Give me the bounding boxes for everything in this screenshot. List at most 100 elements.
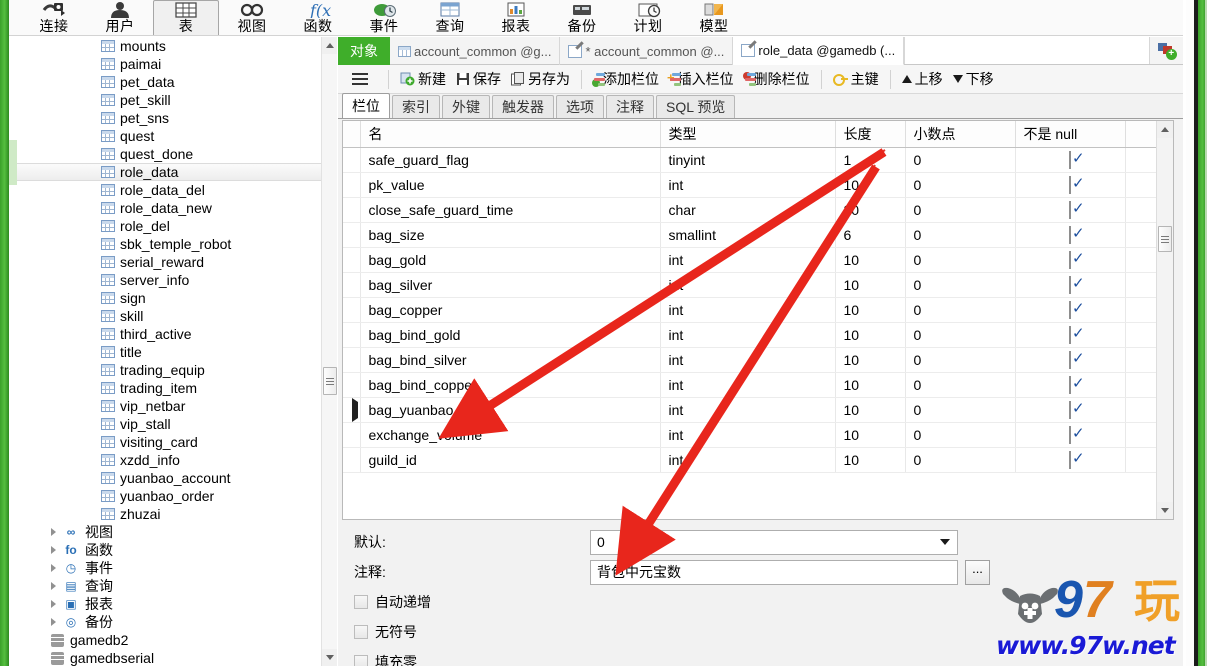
grid-row[interactable]: pk_value int 10 0 xyxy=(343,172,1173,198)
tree-item-table[interactable]: quest_done xyxy=(17,145,321,163)
tree-item-table[interactable]: zhuzai xyxy=(17,505,321,523)
field-type-cell[interactable]: int xyxy=(660,247,836,273)
field-notnull-cell[interactable] xyxy=(1015,422,1126,448)
tree-item-table[interactable]: pet_data xyxy=(17,73,321,91)
field-name-cell[interactable]: bag_yuanbao xyxy=(360,397,661,423)
subtab-5[interactable]: 注释 xyxy=(606,95,654,118)
field-notnull-cell[interactable] xyxy=(1015,197,1126,223)
field-length-cell[interactable]: 10 xyxy=(835,372,906,398)
checkbox-checked-icon[interactable] xyxy=(1069,150,1071,169)
ribbon-item-9[interactable]: 计划 xyxy=(615,0,681,35)
row-selector[interactable] xyxy=(343,422,361,448)
field-name-cell[interactable]: pk_value xyxy=(360,172,661,198)
grid-row[interactable]: bag_size smallint 6 0 xyxy=(343,222,1173,248)
tree-group-备份[interactable]: ◎ 备份 xyxy=(17,613,321,631)
grid-column-header[interactable]: 类型 xyxy=(660,121,836,148)
tree-item-table[interactable]: visiting_card xyxy=(17,433,321,451)
field-notnull-cell[interactable] xyxy=(1015,272,1126,298)
tree-item-table[interactable]: title xyxy=(17,343,321,361)
field-notnull-cell[interactable] xyxy=(1015,297,1126,323)
checkbox-checked-icon[interactable] xyxy=(1069,400,1071,419)
tree-item-table[interactable]: role_data_new xyxy=(17,199,321,217)
field-type-cell[interactable]: tinyint xyxy=(660,147,836,173)
row-selector[interactable] xyxy=(343,297,361,323)
tree-item-table[interactable]: skill xyxy=(17,307,321,325)
toolbar-action-save-as[interactable]: 另存为 xyxy=(506,67,575,92)
grid-row[interactable]: bag_silver int 10 0 xyxy=(343,272,1173,298)
row-selector[interactable] xyxy=(343,222,361,248)
field-length-cell[interactable]: 1 xyxy=(835,147,906,173)
row-selector[interactable] xyxy=(343,197,361,223)
new-connection-tab-button[interactable]: + xyxy=(1149,37,1183,64)
field-decimals-cell[interactable]: 0 xyxy=(905,347,1016,373)
tree-item-table[interactable]: role_data_del xyxy=(17,181,321,199)
field-type-cell[interactable]: int xyxy=(660,397,836,423)
grid-row[interactable]: bag_bind_silver int 10 0 xyxy=(343,347,1173,373)
tree-group-视图[interactable]: ∞ 视图 xyxy=(17,523,321,541)
field-type-cell[interactable]: int xyxy=(660,297,836,323)
ribbon-item-10[interactable]: 模型 xyxy=(681,0,747,35)
tree-scrollbar-thumb[interactable] xyxy=(323,367,337,395)
tree-item-table[interactable]: trading_equip xyxy=(17,361,321,379)
checkbox-checked-icon[interactable] xyxy=(1069,300,1071,319)
tree-group-事件[interactable]: ◷ 事件 xyxy=(17,559,321,577)
grid-column-header[interactable]: 小数点 xyxy=(905,121,1016,148)
row-selector[interactable] xyxy=(343,322,361,348)
grid-row[interactable]: safe_guard_flag tinyint 1 0 xyxy=(343,147,1173,173)
toolbar-action-new[interactable]: 新建 xyxy=(395,67,451,92)
field-name-cell[interactable]: close_safe_guard_time xyxy=(360,197,661,223)
field-length-cell[interactable]: 10 xyxy=(835,397,906,423)
toolbar-action-delete-field[interactable]: 删除栏位 xyxy=(739,67,815,92)
field-name-cell[interactable]: bag_size xyxy=(360,222,661,248)
field-notnull-cell[interactable] xyxy=(1015,322,1126,348)
field-name-cell[interactable]: bag_bind_copper xyxy=(360,372,661,398)
field-decimals-cell[interactable]: 0 xyxy=(905,172,1016,198)
tree-item-database[interactable]: gamedb2 xyxy=(17,631,321,649)
checkbox-checked-icon[interactable] xyxy=(1069,425,1071,444)
grid-scroll-up-button[interactable] xyxy=(1157,121,1173,138)
field-length-cell[interactable]: 10 xyxy=(835,422,906,448)
tree-item-table[interactable]: vip_stall xyxy=(17,415,321,433)
row-selector[interactable] xyxy=(343,172,361,198)
field-type-cell[interactable]: int xyxy=(660,347,836,373)
field-name-cell[interactable]: exchange_volume xyxy=(360,422,661,448)
field-notnull-cell[interactable] xyxy=(1015,222,1126,248)
field-name-cell[interactable]: safe_guard_flag xyxy=(360,147,661,173)
expand-triangle-icon[interactable] xyxy=(51,546,56,554)
ribbon-item-3[interactable]: 视图 xyxy=(219,0,285,35)
toolbar-action-save[interactable]: 保存 xyxy=(451,67,506,92)
tree-item-table[interactable]: role_data xyxy=(17,163,321,181)
document-tab[interactable]: role_data @gamedb (... xyxy=(733,37,905,65)
ribbon-item-5[interactable]: 事件 xyxy=(351,0,417,35)
tree-item-table[interactable]: quest xyxy=(17,127,321,145)
grid-row[interactable]: bag_bind_gold int 10 0 xyxy=(343,322,1173,348)
row-selector[interactable] xyxy=(343,272,361,298)
field-length-cell[interactable]: 10 xyxy=(835,272,906,298)
checkbox-checked-icon[interactable] xyxy=(1069,250,1071,269)
field-decimals-cell[interactable]: 0 xyxy=(905,222,1016,248)
tree-item-table[interactable]: sign xyxy=(17,289,321,307)
field-decimals-cell[interactable]: 0 xyxy=(905,447,1016,473)
grid-row[interactable]: bag_yuanbao int 10 0 xyxy=(343,397,1173,423)
row-selector[interactable] xyxy=(343,347,361,373)
ribbon-item-6[interactable]: 查询 xyxy=(417,0,483,35)
field-type-cell[interactable]: int xyxy=(660,272,836,298)
toolbar-action-insert-field[interactable]: +插入栏位 xyxy=(664,67,739,92)
field-length-cell[interactable]: 10 xyxy=(835,447,906,473)
field-length-cell[interactable]: 10 xyxy=(835,322,906,348)
tree-item-table[interactable]: yuanbao_account xyxy=(17,469,321,487)
field-decimals-cell[interactable]: 0 xyxy=(905,272,1016,298)
toolbar-action-add-field[interactable]: 添加栏位 xyxy=(588,67,664,92)
field-length-cell[interactable]: 10 xyxy=(835,247,906,273)
grid-scrollbar[interactable] xyxy=(1156,121,1173,519)
ribbon-item-2[interactable]: 表 xyxy=(153,0,219,35)
field-type-cell[interactable]: int xyxy=(660,172,836,198)
checkbox-checked-icon[interactable] xyxy=(1069,375,1071,394)
grid-row[interactable]: bag_gold int 10 0 xyxy=(343,247,1173,273)
field-length-cell[interactable]: 6 xyxy=(835,222,906,248)
field-length-cell[interactable]: 20 xyxy=(835,197,906,223)
field-decimals-cell[interactable]: 0 xyxy=(905,147,1016,173)
field-name-cell[interactable]: bag_bind_gold xyxy=(360,322,661,348)
comment-editor-button[interactable]: ... xyxy=(965,559,990,585)
field-length-cell[interactable]: 10 xyxy=(835,172,906,198)
